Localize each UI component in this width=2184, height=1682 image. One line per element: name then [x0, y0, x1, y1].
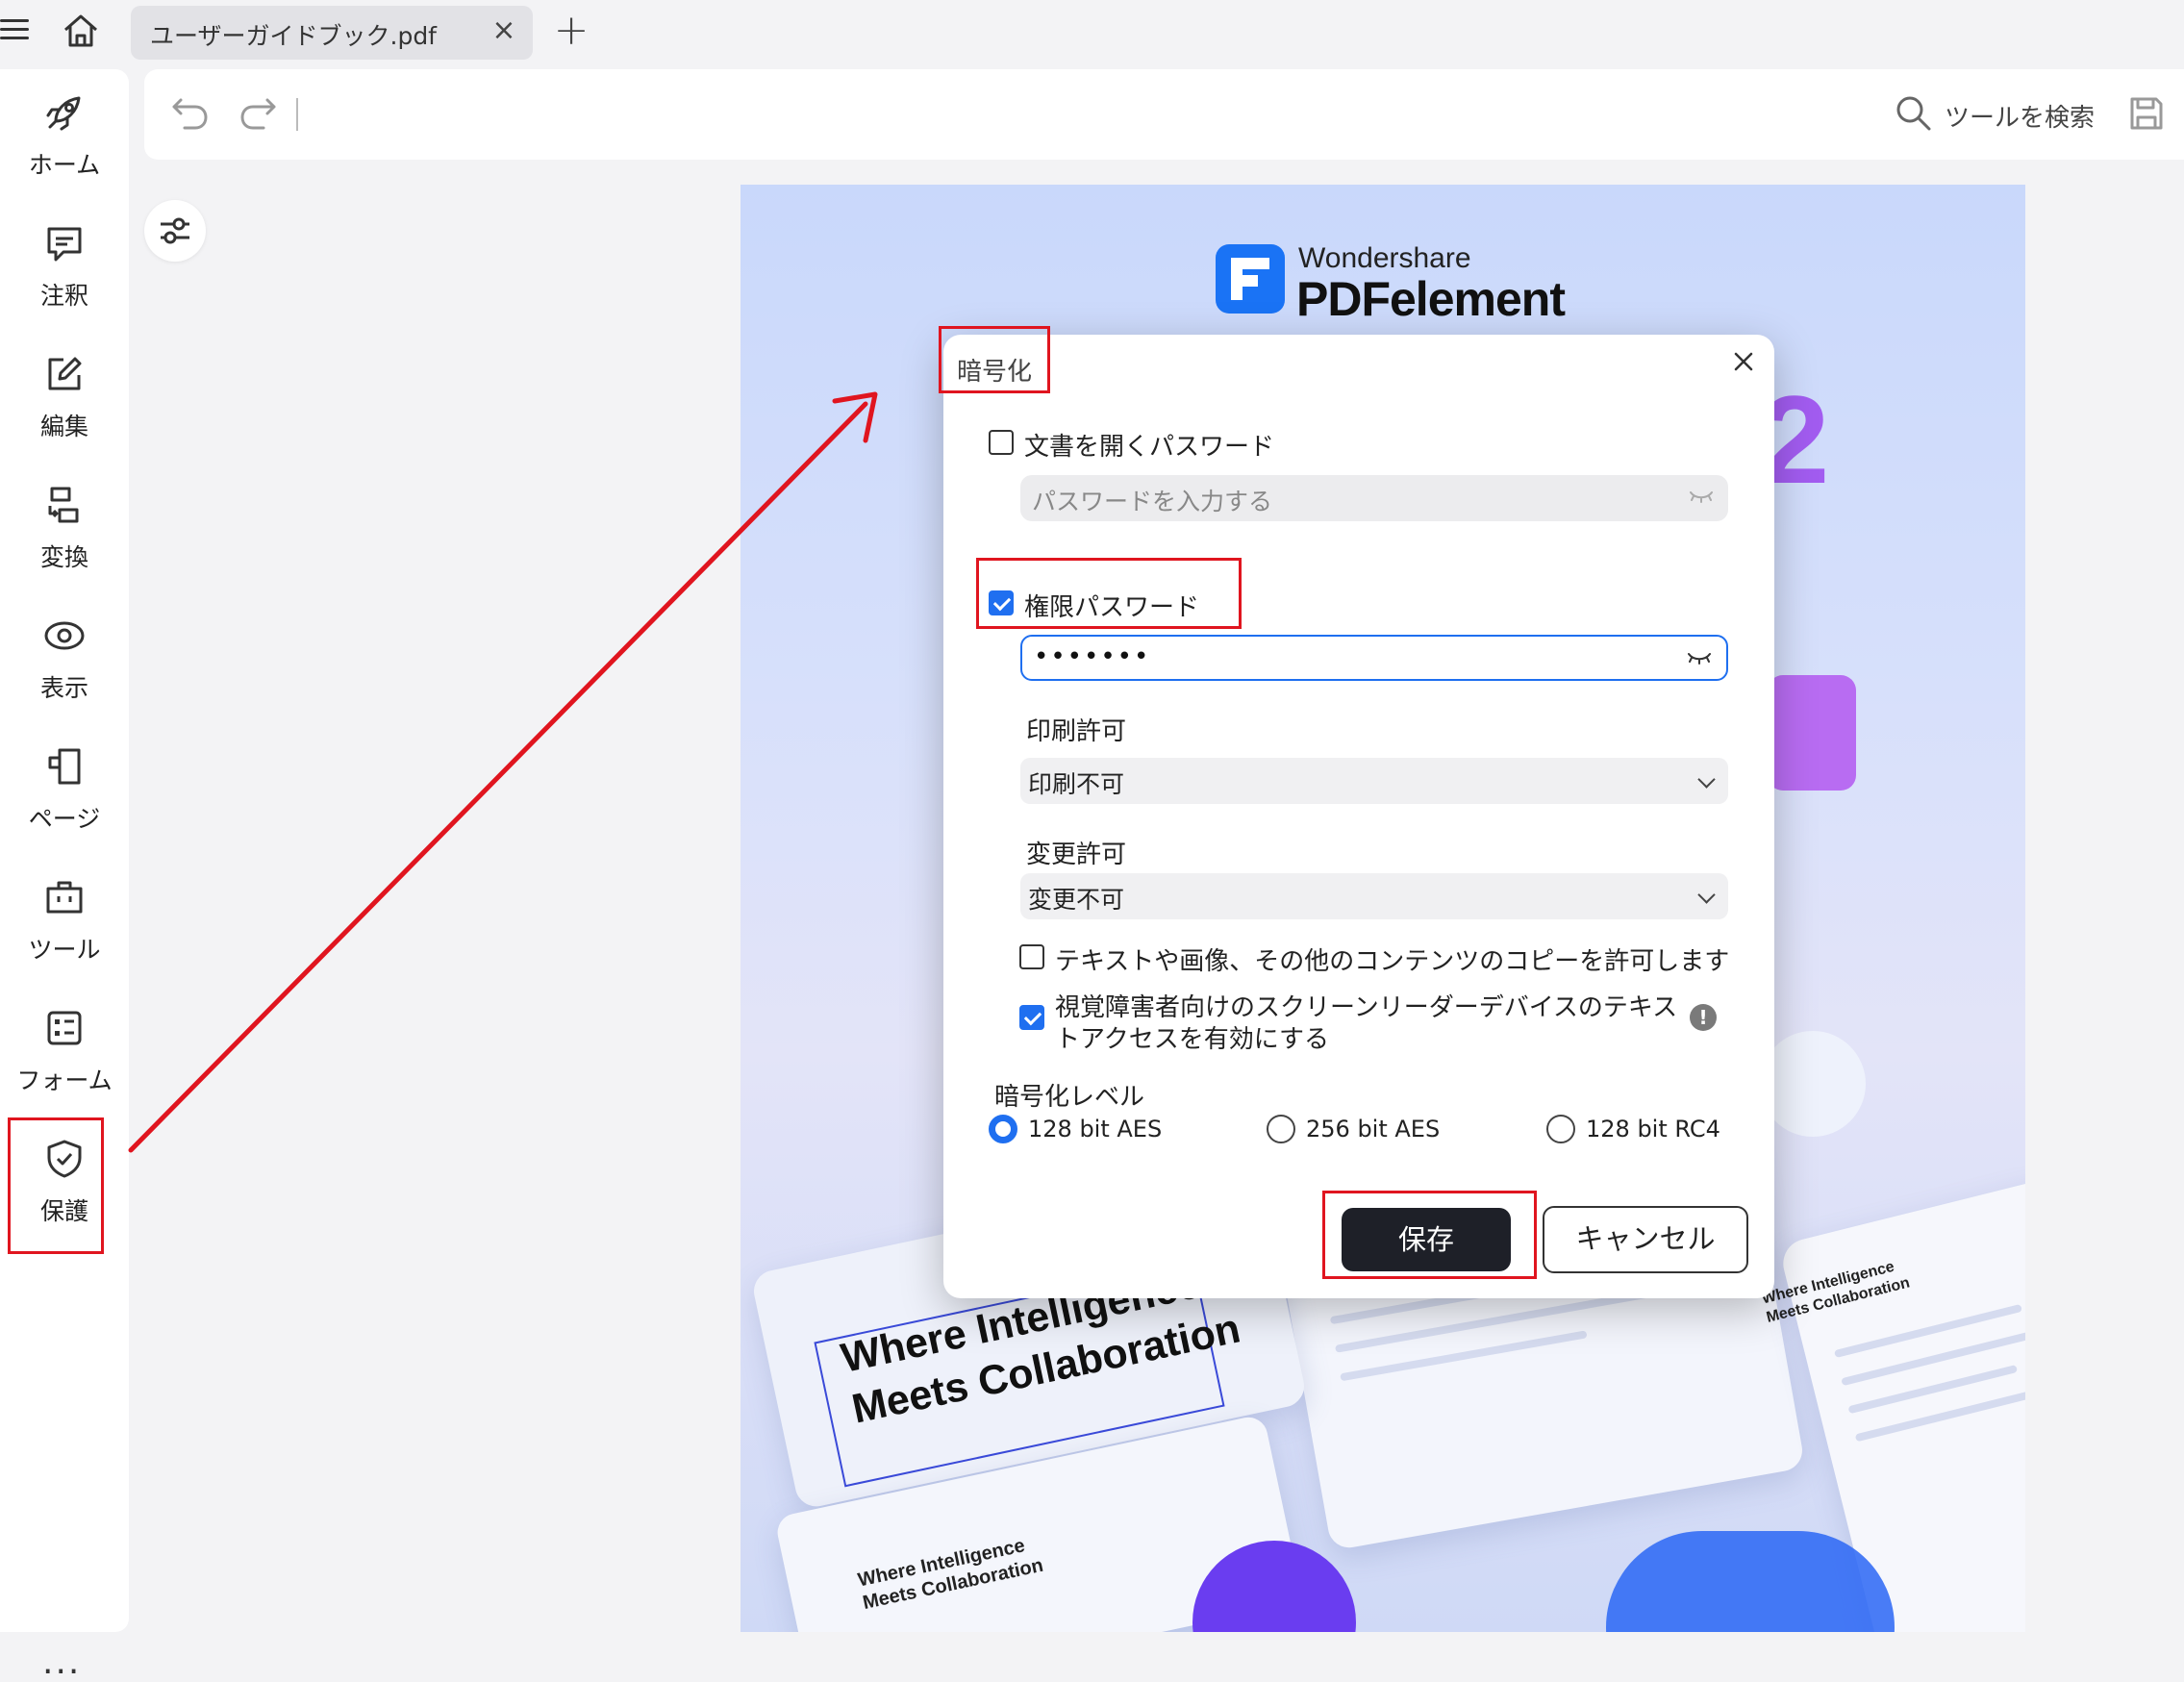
annotation-arrow [128, 391, 878, 1153]
more-icon[interactable]: ... [42, 1643, 81, 1682]
